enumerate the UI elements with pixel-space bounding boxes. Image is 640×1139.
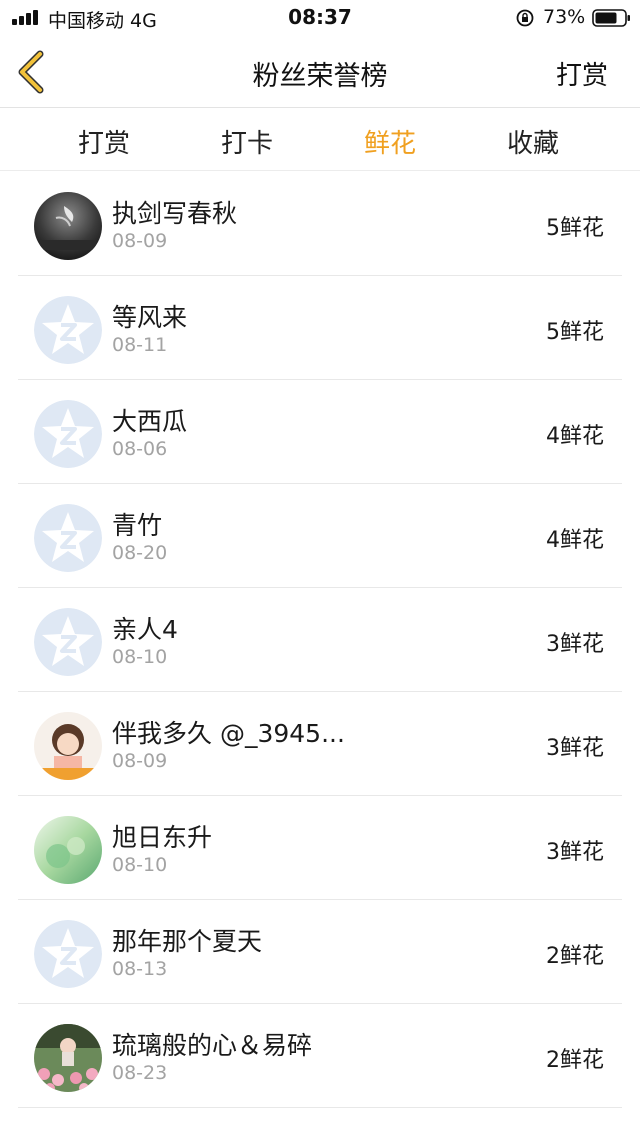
fan-name: 伴我多久 @_3945...	[112, 719, 345, 748]
default-avatar-icon	[34, 920, 102, 988]
tab-bar: 打赏 打卡 鲜花 收藏	[0, 109, 640, 171]
fan-date: 08-20	[112, 542, 168, 564]
tab-flowers[interactable]: 鲜花	[340, 123, 440, 160]
fan-name: 那年那个夏天	[112, 927, 263, 956]
fan-name: 大西瓜	[112, 407, 188, 436]
list-item[interactable]: 等风来 08-11 5鲜花	[0, 276, 640, 380]
default-avatar-icon	[34, 504, 102, 572]
flower-count: 2鲜花	[546, 944, 604, 969]
fan-name: 亲人4	[112, 615, 178, 644]
list-item[interactable]: 执剑写春秋 08-09 5鲜花	[0, 172, 640, 276]
fan-date: 08-11	[112, 334, 168, 356]
battery-percent: 73%	[543, 6, 586, 28]
nav-bar: 粉丝荣誉榜 打赏	[0, 36, 640, 108]
flower-count: 5鲜花	[546, 320, 604, 345]
list-item[interactable]: 青竹 08-20 4鲜花	[0, 484, 640, 588]
list-item[interactable]: 伴我多久 @_3945... 08-09 3鲜花	[0, 692, 640, 796]
default-avatar-icon	[34, 400, 102, 468]
tab-favorites[interactable]: 收藏	[483, 123, 583, 160]
fan-name: 旭日东升	[112, 823, 213, 852]
fan-date: 08-10	[112, 854, 168, 876]
flower-count: 3鲜花	[546, 632, 604, 657]
list-item[interactable]: 那年那个夏天 08-13 2鲜花	[0, 900, 640, 1004]
reward-button[interactable]: 打赏	[556, 55, 608, 92]
fan-date: 08-09	[112, 230, 168, 252]
fan-name: 青竹	[112, 511, 163, 540]
avatar	[34, 192, 102, 260]
flower-count: 5鲜花	[546, 216, 604, 241]
fan-date: 08-09	[112, 750, 168, 772]
rotation-lock-icon	[516, 9, 534, 27]
default-avatar-icon	[34, 296, 102, 364]
flower-count: 3鲜花	[546, 840, 604, 865]
list-item[interactable]: 旭日东升 08-10 3鲜花	[0, 796, 640, 900]
flower-count: 4鲜花	[546, 424, 604, 449]
avatar	[34, 1024, 102, 1092]
default-avatar-icon	[34, 608, 102, 676]
list-item[interactable]: 亲人4 08-10 3鲜花	[0, 588, 640, 692]
fan-date: 08-13	[112, 958, 168, 980]
fan-date: 08-10	[112, 646, 168, 668]
flower-count: 4鲜花	[546, 528, 604, 553]
fan-name: 执剑写春秋	[112, 199, 238, 228]
battery-icon	[592, 8, 632, 28]
fan-name: 等风来	[112, 303, 188, 332]
fan-date: 08-06	[112, 438, 168, 460]
list-item[interactable]: 大西瓜 08-06 4鲜花	[0, 380, 640, 484]
fan-date: 08-23	[112, 1062, 168, 1084]
flower-count: 3鲜花	[546, 736, 604, 761]
tab-reward[interactable]: 打赏	[54, 123, 154, 160]
tab-checkin[interactable]: 打卡	[197, 123, 297, 160]
status-bar: 中国移动 4G 08:37 73%	[0, 0, 640, 36]
avatar	[34, 816, 102, 884]
fan-name: 琉璃般的心＆易碎	[112, 1031, 313, 1060]
page-title: 粉丝荣誉榜	[252, 61, 388, 92]
avatar	[34, 712, 102, 780]
flower-count: 2鲜花	[546, 1048, 604, 1073]
list-item[interactable]: 琉璃般的心＆易碎 08-23 2鲜花	[0, 1004, 640, 1108]
fan-list: 执剑写春秋 08-09 5鲜花 等风来 08-11 5鲜花 大西瓜 08-06 …	[0, 172, 640, 1108]
